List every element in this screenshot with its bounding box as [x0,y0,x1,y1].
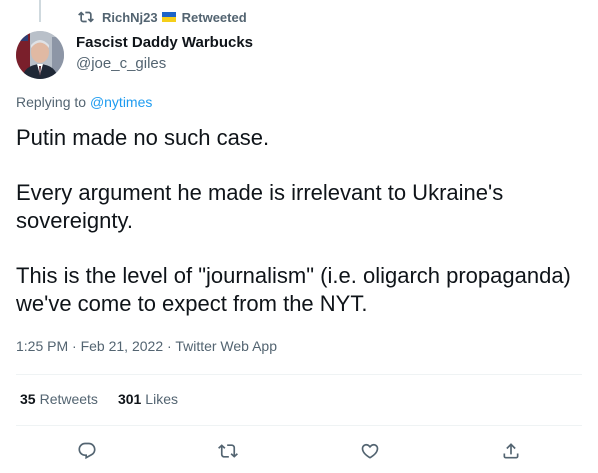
likes-label: Likes [145,391,178,407]
like-icon [361,443,379,459]
retweets-stat[interactable]: 35 Retweets [20,391,98,407]
tweet-time[interactable]: 1:25 PM [16,338,68,354]
divider [16,374,582,375]
tweet-stats: 35 Retweets 301 Likes [20,391,198,407]
tweet-meta: 1:25 PM · Feb 21, 2022 · Twitter Web App [16,338,277,354]
divider [16,425,582,426]
retweets-count: 35 [20,391,36,407]
tweet-paragraph: This is the level of "journalism" (i.e. … [16,263,571,316]
retweeter-name[interactable]: RichNj23 [102,10,158,25]
replying-to-label: Replying to [16,94,87,110]
author-name[interactable]: Fascist Daddy Warbucks [76,33,253,53]
tweet-date[interactable]: Feb 21, 2022 [81,338,164,354]
reply-icon [78,442,96,460]
share-button[interactable] [494,434,528,468]
avatar[interactable] [16,31,64,79]
retweet-icon [218,444,238,458]
mention-link[interactable]: @nytimes [90,94,152,110]
author-block[interactable]: Fascist Daddy Warbucks @joe_c_giles [76,33,253,74]
reply-button[interactable] [70,434,104,468]
replying-to: Replying to @nytimes [16,94,152,110]
retweets-label: Retweets [39,391,98,407]
likes-stat[interactable]: 301 Likes [118,391,178,407]
social-context[interactable]: RichNj23 Retweeted [78,8,247,26]
likes-count: 301 [117,391,142,407]
tweet-text: Putin made no such case. Every argument … [16,124,582,318]
retweet-button[interactable] [211,434,245,468]
meta-separator: · [167,338,172,354]
author-handle[interactable]: @joe_c_giles [76,54,253,74]
retweeted-label: Retweeted [181,9,247,25]
share-icon [503,443,519,459]
like-button[interactable] [353,434,387,468]
action-bar [16,434,582,468]
thread-line [39,0,41,22]
tweet-paragraph: Every argument he made is irrelevant to … [16,180,504,233]
tweet-source[interactable]: Twitter Web App [175,338,277,354]
ukraine-flag-icon [161,12,176,22]
retweet-icon [78,11,94,23]
tweet-paragraph: Putin made no such case. [16,125,270,150]
meta-separator: · [72,338,77,354]
